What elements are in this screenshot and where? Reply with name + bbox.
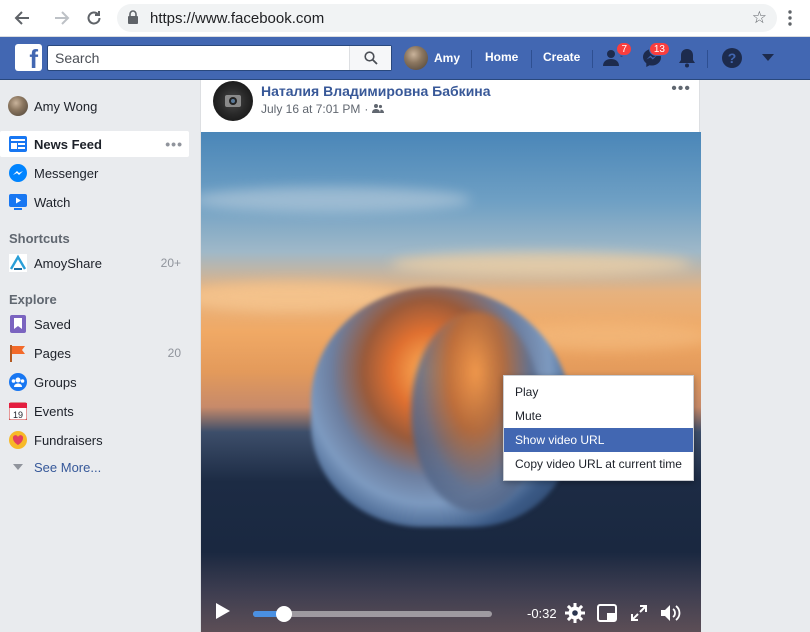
avatar [8,96,28,116]
menu-item-copy-video-url-at-current-time[interactable]: Copy video URL at current time [504,452,693,476]
sidebar-item-label: AmoyShare [34,255,102,271]
facebook-logo-icon[interactable]: f [15,44,42,71]
messenger-icon [8,163,28,183]
amoyshare-logo-icon [8,253,28,273]
forward-icon[interactable] [50,6,74,30]
sidebar-item-label: Pages [34,345,71,361]
events-calendar-icon: 19 [8,401,28,421]
search-icon [363,51,378,65]
watch-icon [8,192,28,212]
picture-in-picture-icon[interactable] [596,602,618,624]
bookmark-star-icon[interactable]: ☆ [752,8,767,28]
volume-icon[interactable] [660,602,682,624]
video-context-menu: Play Mute Show video URL Copy video URL … [503,375,694,481]
sidebar-item-label: Watch [34,194,71,210]
friend-requests-icon[interactable]: 7 [600,42,632,71]
create-link[interactable]: Create [543,50,580,64]
menu-item-mute[interactable]: Mute [504,404,693,428]
sidebar-item-label: Saved [34,316,71,332]
saved-bookmark-icon [8,314,28,334]
svg-text:?: ? [728,50,737,66]
svg-text:19: 19 [13,410,23,420]
help-icon[interactable]: ? [718,45,746,71]
post-author-avatar[interactable] [213,81,253,121]
search-box [47,45,392,71]
sidebar-item-watch[interactable]: Watch [0,189,189,215]
messages-icon[interactable]: 13 [638,42,670,71]
sidebar-item-label: Messenger [34,165,99,181]
post-timestamp[interactable]: July 16 at 7:01 PM [261,102,360,116]
search-button[interactable] [349,46,391,70]
video-frame-cloud [201,187,471,213]
sidebar-item-fundraisers[interactable]: Fundraisers [0,427,189,453]
sidebar-item-events[interactable]: 19 Events [0,398,189,424]
browser-menu-icon[interactable] [778,6,802,30]
divider [471,50,472,68]
home-link[interactable]: Home [485,50,518,64]
sidebar-item-label: Fundraisers [34,432,103,448]
video-controls: -0:32 [201,594,701,632]
sidebar-item-label: Groups [34,374,77,390]
fullscreen-icon[interactable] [628,602,650,624]
address-bar[interactable]: https://www.facebook.com ☆ [117,4,777,32]
divider [707,50,708,68]
meta-separator: · [364,102,369,116]
more-options-icon[interactable]: ••• [165,136,183,152]
groups-icon [8,372,28,392]
sidebar-item-label: News Feed [34,136,102,152]
sidebar-item-amoyshare[interactable]: AmoyShare 20+ [0,250,189,276]
sidebar-item-label: Events [34,403,74,419]
sidebar-item-label: Amy Wong [34,98,98,114]
divider [592,50,593,68]
audience-friends-icon[interactable] [372,102,385,116]
chevron-down-icon [8,457,28,477]
search-input[interactable] [48,46,348,70]
menu-item-show-video-url[interactable]: Show video URL [504,428,693,452]
post-options-icon[interactable]: ••• [671,80,691,98]
video-progress-bar[interactable] [253,606,492,622]
divider [531,50,532,68]
pages-flag-icon [8,343,28,363]
sidebar-item-groups[interactable]: Groups [0,369,189,395]
post-meta: July 16 at 7:01 PM · [261,102,385,116]
sidebar-item-messenger[interactable]: Messenger [0,160,189,186]
sidebar-item-profile[interactable]: Amy Wong [0,93,189,119]
video-time-remaining: -0:32 [527,606,557,621]
notifications-bell-icon[interactable] [673,45,701,71]
news-feed-icon [8,134,28,154]
item-count: 20+ [160,256,181,270]
profile-name: Amy [434,51,461,65]
facebook-top-bar: f Amy Home Create 7 13 ? [0,37,810,80]
avatar [404,46,428,70]
lock-icon [127,10,139,30]
sidebar-item-pages[interactable]: Pages 20 [0,340,189,366]
account-menu-chevron-down-icon[interactable] [754,45,782,71]
friend-requests-badge: 7 [616,42,632,56]
fundraisers-heart-icon [8,430,28,450]
settings-gear-icon[interactable] [564,602,586,624]
post-author-name[interactable]: Наталия Владимировна Бабкина [261,83,491,99]
url-text: https://www.facebook.com [150,10,325,27]
video-frame-cloud [391,252,691,276]
browser-toolbar: https://www.facebook.com ☆ [0,0,810,37]
explore-header: Explore [9,292,57,307]
see-more-link[interactable]: See More... [0,454,189,480]
profile-link[interactable]: Amy [404,45,460,71]
feed-post: Наталия Владимировна Бабкина July 16 at … [200,80,701,632]
video-scrubber-handle[interactable] [276,606,293,622]
item-count: 20 [167,346,181,360]
messages-badge: 13 [648,42,670,56]
back-icon[interactable] [10,6,34,30]
see-more-label: See More... [34,459,102,475]
menu-item-play[interactable]: Play [504,380,693,404]
sidebar-item-news-feed[interactable]: News Feed ••• [0,131,189,157]
sidebar-item-saved[interactable]: Saved [0,311,189,337]
play-icon[interactable] [215,602,233,622]
shortcuts-header: Shortcuts [9,231,70,246]
reload-icon[interactable] [82,6,106,30]
